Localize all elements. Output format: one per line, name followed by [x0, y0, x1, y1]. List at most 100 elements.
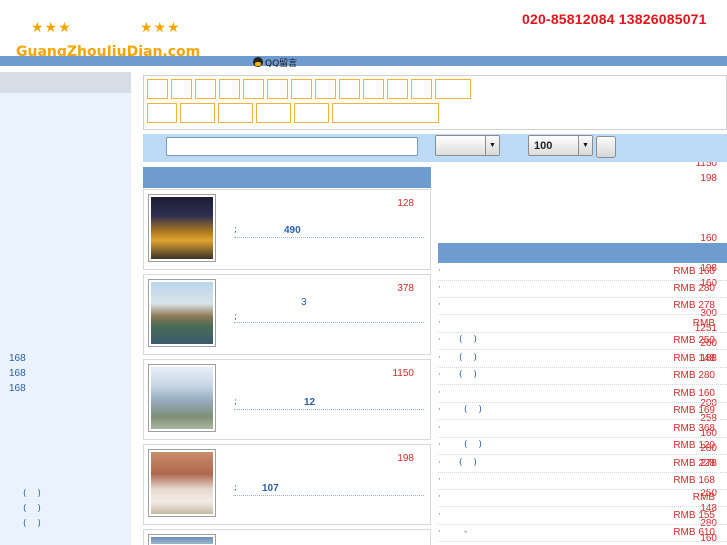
- hotel-card[interactable]: [143, 529, 431, 545]
- bullet: ·: [438, 353, 441, 363]
- hotel-price: 128: [397, 198, 414, 209]
- hotel-price: 1150: [392, 368, 414, 379]
- right-list-item[interactable]: · RMB 155: [438, 508, 727, 525]
- filter-option[interactable]: [243, 79, 264, 99]
- qq-message-label: QQ留言: [265, 58, 298, 69]
- right-list-item[interactable]: · RMB 280: [438, 281, 727, 298]
- right-list-item[interactable]: · ( ) RMB 250: [438, 333, 727, 350]
- filter-option[interactable]: [339, 79, 360, 99]
- filter-option[interactable]: [435, 79, 471, 99]
- bullet: ·: [438, 283, 441, 293]
- hotel-photo[interactable]: [148, 194, 216, 262]
- qq-message-link[interactable]: QQ留言: [253, 56, 298, 69]
- right-item-paren: ( ): [464, 440, 486, 450]
- right-list-item[interactable]: · RMB 160: [438, 264, 727, 281]
- right-item-paren: -: [464, 527, 472, 537]
- filter-option[interactable]: [363, 79, 384, 99]
- filter-option[interactable]: [294, 103, 329, 123]
- hotel-meta-line: ; 490: [234, 225, 424, 238]
- filter-option[interactable]: [267, 79, 288, 99]
- hotel-meta-line: ; 12: [234, 397, 424, 410]
- filter-option[interactable]: [256, 103, 291, 123]
- search-input[interactable]: [166, 137, 418, 156]
- sidebar-left-value[interactable]: 168: [9, 368, 26, 380]
- right-list-item[interactable]: · RMB 160: [438, 386, 727, 403]
- right-list-item[interactable]: · ( ) RMB 120: [438, 438, 727, 455]
- filter-option[interactable]: [219, 79, 240, 99]
- bullet: ·: [438, 335, 441, 345]
- right-item-paren: ( ): [459, 335, 481, 345]
- filter-option[interactable]: [315, 79, 336, 99]
- bullet: ·: [438, 266, 441, 276]
- right-item-price: RMB 148: [673, 353, 715, 364]
- right-list-item[interactable]: · ( ) RMB 169: [438, 403, 727, 420]
- right-list-item[interactable]: · ( ) RMB 148: [438, 351, 727, 368]
- hotel-photo[interactable]: [148, 364, 216, 432]
- sidebar-price[interactable]: 198: [596, 173, 727, 185]
- hotel-card[interactable]: 378 3 ;: [143, 274, 431, 355]
- sidebar-header: [0, 72, 131, 93]
- district-select[interactable]: ▼: [435, 135, 500, 156]
- sidebar-left-value[interactable]: 168: [9, 383, 26, 395]
- hotel-photo[interactable]: [148, 534, 216, 545]
- hotel-photo[interactable]: [148, 279, 216, 347]
- search-button[interactable]: [596, 136, 616, 158]
- right-list-item[interactable]: · - RMB 610: [438, 525, 727, 542]
- filter-option[interactable]: [180, 103, 215, 123]
- rating-stars-left: ★★★: [31, 20, 72, 36]
- filter-option[interactable]: [291, 79, 312, 99]
- sidebar-paren: ( ): [23, 504, 45, 514]
- filter-option[interactable]: [332, 103, 439, 123]
- right-item-price: RMB 160: [673, 388, 715, 399]
- filter-option[interactable]: [171, 79, 192, 99]
- bullet: ·: [438, 510, 441, 520]
- filter-option[interactable]: [218, 103, 253, 123]
- filter-option[interactable]: [387, 79, 408, 99]
- right-item-price: RMB 250: [673, 335, 715, 346]
- right-list-item[interactable]: · RMB 278: [438, 298, 727, 315]
- bullet: ·: [438, 527, 441, 537]
- hotel-list-header: [143, 167, 431, 188]
- right-list-item[interactable]: · RMB 368: [438, 421, 727, 438]
- hotel-review-count[interactable]: 107: [262, 483, 279, 494]
- bullet: ·: [438, 300, 441, 310]
- right-item-price: RMB 155: [673, 510, 715, 521]
- hotel-card[interactable]: 1150 ; 12: [143, 359, 431, 440]
- price-select-value: 100: [534, 139, 553, 152]
- hotel-photo[interactable]: [148, 449, 216, 517]
- right-list-item[interactable]: · RMB 168: [438, 473, 727, 490]
- right-list-item[interactable]: · ( ) RMB 280: [438, 368, 727, 385]
- bullet: ·: [438, 318, 441, 328]
- sidebar-left-value[interactable]: 168: [9, 353, 26, 365]
- hotel-review-count[interactable]: 490: [284, 225, 301, 236]
- right-item-price: RMB 368: [673, 423, 715, 434]
- right-list-header: [438, 243, 727, 263]
- bullet: ·: [438, 458, 441, 468]
- bullet: ·: [438, 440, 441, 450]
- right-list-item[interactable]: · RMB: [438, 316, 727, 333]
- filter-option[interactable]: [147, 79, 168, 99]
- bullet: ·: [438, 475, 441, 485]
- bullet: ·: [438, 405, 441, 415]
- rating-stars-right: ★★★: [140, 20, 181, 36]
- bullet: ·: [438, 388, 441, 398]
- right-list-item[interactable]: · ( ) RMB 228: [438, 456, 727, 473]
- filter-option[interactable]: [411, 79, 432, 99]
- bullet: ·: [438, 423, 441, 433]
- right-list-item[interactable]: · RMB: [438, 490, 727, 507]
- filter-option[interactable]: [147, 103, 177, 123]
- hotel-price: 378: [397, 283, 414, 294]
- top-nav-bar: [0, 56, 727, 66]
- price-select[interactable]: 100 ▼: [528, 135, 593, 156]
- contact-phones: 020-85812084 13826085071: [522, 11, 707, 27]
- right-item-price: RMB 280: [673, 370, 715, 381]
- hotel-card[interactable]: 128 ; 490: [143, 189, 431, 270]
- filter-option[interactable]: [195, 79, 216, 99]
- hotel-meta-line: ;: [234, 310, 424, 323]
- right-item-paren: ( ): [459, 458, 481, 468]
- right-item-price: RMB: [692, 492, 715, 503]
- right-item-price: RMB 228: [673, 458, 715, 469]
- hotel-review-count[interactable]: 12: [304, 397, 315, 408]
- hotel-card[interactable]: 198 ; 107: [143, 444, 431, 525]
- right-item-price: RMB 280: [673, 283, 715, 294]
